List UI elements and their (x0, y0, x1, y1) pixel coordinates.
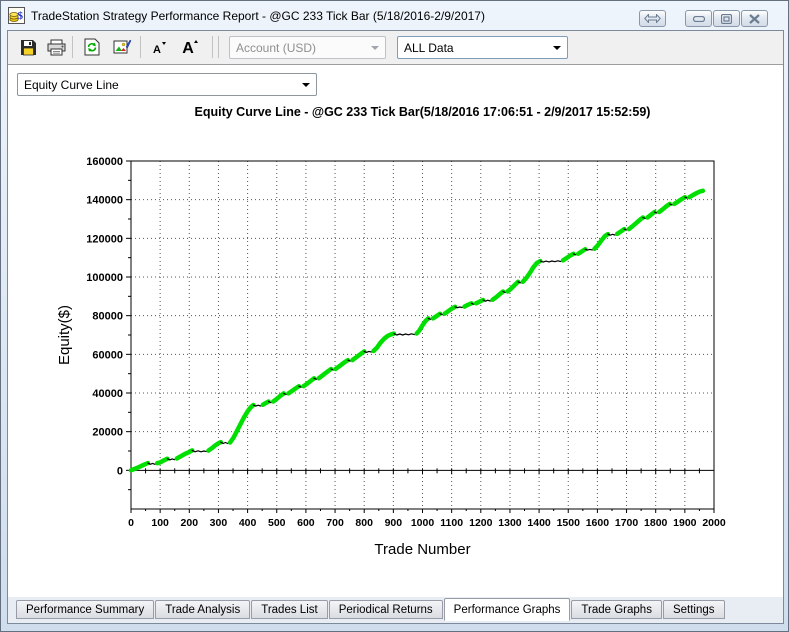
svg-text:140000: 140000 (86, 195, 123, 207)
equity-curve-chart: 0200004000060000800001000001200001400001… (56, 156, 726, 558)
svg-text:1700: 1700 (615, 517, 639, 529)
svg-text:200: 200 (181, 517, 199, 529)
svg-text:1600: 1600 (586, 517, 610, 529)
tab-trades-list[interactable]: Trades List (251, 600, 328, 619)
svg-text:160000: 160000 (86, 156, 123, 168)
svg-text:60000: 60000 (92, 349, 123, 361)
edit-image-button[interactable] (110, 36, 134, 58)
chevron-down-icon (371, 46, 379, 50)
window-title: TradeStation Strategy Performance Report… (31, 8, 485, 23)
title-bar[interactable]: $ TradeStation Strategy Performance Repo… (1, 1, 788, 30)
svg-text:500: 500 (268, 517, 286, 529)
toolbar-separator (218, 36, 219, 58)
svg-text:0: 0 (117, 465, 123, 477)
svg-text:700: 700 (326, 517, 344, 529)
svg-text:$: $ (17, 10, 23, 22)
svg-text:1000: 1000 (411, 517, 435, 529)
minimize-icon (692, 15, 705, 22)
print-button[interactable] (44, 36, 68, 58)
svg-text:A: A (153, 44, 161, 56)
svg-text:1300: 1300 (498, 517, 522, 529)
save-button[interactable] (16, 36, 40, 58)
svg-text:Trade Number: Trade Number (374, 541, 470, 558)
tab-trade-graphs[interactable]: Trade Graphs (571, 600, 662, 619)
client-area: A A Account (USD) ALL Data Equity Curve … (7, 30, 784, 624)
svg-text:600: 600 (297, 517, 315, 529)
svg-text:1200: 1200 (469, 517, 493, 529)
svg-text:0: 0 (128, 517, 134, 529)
app-icon: $ (8, 7, 25, 24)
account-dropdown-value: Account (USD) (236, 40, 317, 55)
svg-text:900: 900 (385, 517, 403, 529)
close-button[interactable] (741, 10, 768, 27)
svg-text:120000: 120000 (86, 233, 123, 245)
data-range-dropdown-value: ALL Data (404, 40, 454, 55)
close-icon (749, 13, 760, 24)
tab-strip: Performance Summary Trade Analysis Trades … (8, 596, 783, 623)
tab-performance-graphs[interactable]: Performance Graphs (443, 598, 571, 621)
link-window-button[interactable] (639, 10, 666, 27)
svg-text:400: 400 (239, 517, 257, 529)
svg-text:1100: 1100 (440, 517, 463, 529)
toolbar-separator (72, 36, 73, 58)
svg-text:1900: 1900 (673, 517, 697, 529)
svg-text:1800: 1800 (644, 517, 668, 529)
svg-text:1400: 1400 (527, 517, 551, 529)
svg-text:1500: 1500 (557, 517, 581, 529)
svg-text:A: A (182, 40, 194, 56)
tab-periodical-returns[interactable]: Periodical Returns (328, 600, 443, 619)
tab-settings[interactable]: Settings (662, 600, 725, 619)
svg-text:100000: 100000 (86, 272, 123, 284)
svg-text:800: 800 (355, 517, 373, 529)
chevron-down-icon (553, 46, 561, 50)
maximize-icon (721, 13, 732, 24)
increase-font-button[interactable]: A (178, 36, 202, 58)
refresh-report-button[interactable] (80, 36, 104, 58)
increase-font-icon: A (182, 40, 198, 56)
toolbar: A A Account (USD) ALL Data (8, 31, 783, 65)
save-icon (20, 39, 36, 55)
decrease-font-button[interactable]: A (148, 36, 172, 58)
svg-text:Equity($): Equity($) (56, 305, 73, 365)
svg-text:300: 300 (210, 517, 228, 529)
minimize-button[interactable] (685, 10, 712, 27)
refresh-icon (84, 38, 100, 56)
svg-text:100: 100 (151, 517, 169, 529)
svg-text:40000: 40000 (92, 388, 123, 400)
data-range-dropdown[interactable]: ALL Data (397, 36, 568, 59)
toolbar-separator (212, 36, 213, 58)
svg-text:20000: 20000 (92, 427, 123, 439)
svg-text:80000: 80000 (92, 311, 123, 323)
tab-performance-summary[interactable]: Performance Summary (16, 600, 155, 619)
decrease-font-icon: A (153, 41, 166, 56)
tradestation-report-window: $ TradeStation Strategy Performance Repo… (0, 0, 789, 632)
svg-text:2000: 2000 (702, 517, 726, 529)
tab-trade-analysis[interactable]: Trade Analysis (155, 600, 251, 619)
print-icon (47, 39, 65, 55)
toolbar-separator (140, 36, 141, 58)
report-content: Equity Curve Line Equity Curve Line - @G… (8, 65, 783, 596)
account-dropdown: Account (USD) (229, 36, 386, 59)
link-arrows-icon (644, 14, 661, 23)
edit-image-icon (113, 39, 131, 54)
maximize-button[interactable] (713, 10, 740, 27)
